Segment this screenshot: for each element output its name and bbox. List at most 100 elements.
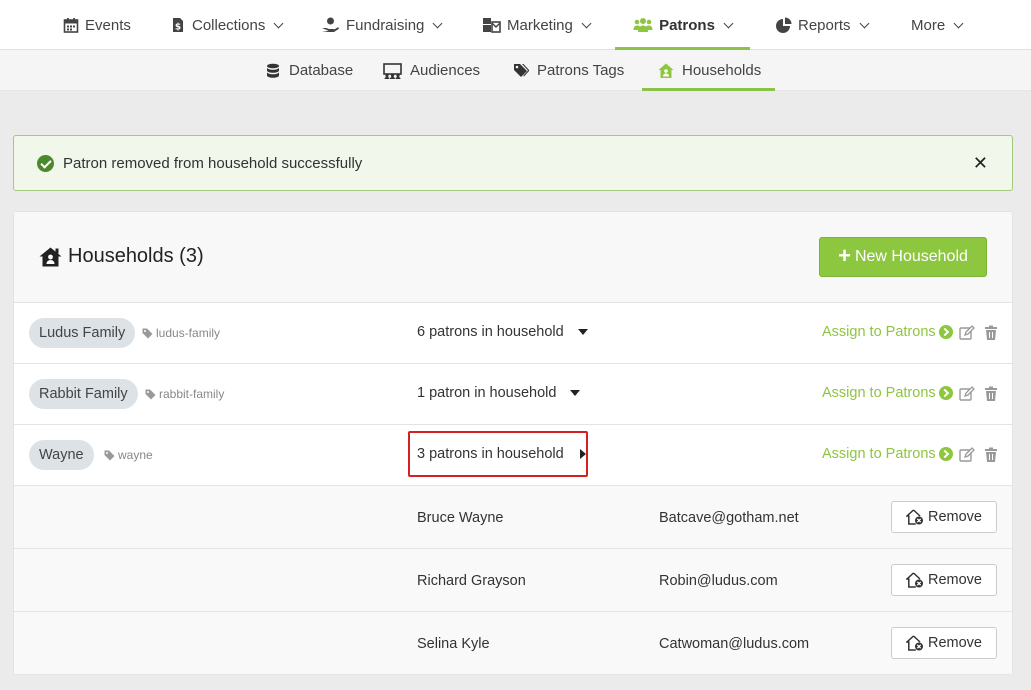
assign-label: Assign to Patrons bbox=[822, 385, 936, 401]
household-name-pill[interactable]: Ludus Family bbox=[29, 318, 136, 348]
remove-label: Remove bbox=[928, 572, 982, 588]
nav-reports-label: Reports bbox=[798, 16, 851, 34]
household-count-text: 6 patrons in household bbox=[417, 324, 564, 340]
sub-navigation: Database Audiences Patrons Tags Househol… bbox=[0, 50, 1031, 91]
subnav-database[interactable]: Database bbox=[265, 50, 353, 91]
house-remove-icon bbox=[906, 635, 923, 651]
household-slug: ludus-family bbox=[142, 318, 220, 348]
new-household-button[interactable]: + New Household bbox=[819, 237, 987, 277]
house-remove-icon bbox=[906, 572, 923, 588]
household-count-toggle[interactable]: 3 patrons in household bbox=[417, 446, 586, 462]
edit-icon[interactable] bbox=[959, 325, 975, 341]
success-alert: Patron removed from household successful… bbox=[13, 135, 1013, 191]
card-header: Households (3) + New Household bbox=[14, 212, 1012, 303]
patron-email: Catwoman@ludus.com bbox=[659, 636, 810, 652]
trash-icon[interactable] bbox=[983, 325, 999, 341]
users-icon bbox=[633, 18, 653, 32]
remove-label: Remove bbox=[928, 635, 982, 651]
nav-more[interactable]: More bbox=[911, 0, 964, 50]
top-navigation: Events $ Collections Fundraising Marketi… bbox=[0, 0, 1031, 50]
household-row: Rabbit Family rabbit-family 1 patron in … bbox=[14, 364, 1012, 425]
dollar-doc-icon: $ bbox=[173, 18, 183, 33]
calendar-icon bbox=[63, 18, 79, 33]
household-slug: wayne bbox=[104, 440, 153, 470]
svg-text:$: $ bbox=[175, 23, 181, 33]
patron-row: Richard Grayson Robin@ludus.com Remove bbox=[14, 549, 1012, 612]
chevron-down-icon bbox=[273, 18, 284, 28]
subnav-households[interactable]: Households bbox=[641, 50, 776, 91]
remove-patron-button[interactable]: Remove bbox=[891, 627, 997, 659]
audience-icon bbox=[383, 62, 402, 79]
remove-patron-button[interactable]: Remove bbox=[891, 501, 997, 533]
trash-icon[interactable] bbox=[983, 447, 999, 463]
tag-icon bbox=[142, 328, 153, 338]
edit-icon[interactable] bbox=[959, 386, 975, 402]
trash-icon[interactable] bbox=[983, 386, 999, 402]
subnav-patrons-tags[interactable]: Patrons Tags bbox=[513, 50, 624, 91]
chevron-down-icon bbox=[581, 18, 592, 28]
chevron-down-icon bbox=[723, 18, 734, 28]
assign-label: Assign to Patrons bbox=[822, 324, 936, 340]
close-alert-button[interactable]: ✕ bbox=[973, 153, 988, 173]
house-user-icon bbox=[658, 63, 674, 78]
tag-icon bbox=[104, 450, 115, 460]
database-icon bbox=[267, 63, 279, 78]
assign-label: Assign to Patrons bbox=[822, 446, 936, 462]
nav-marketing[interactable]: Marketing bbox=[482, 0, 592, 50]
assign-to-patrons-link[interactable]: Assign to Patrons bbox=[822, 446, 953, 462]
caret-down-icon bbox=[577, 329, 588, 335]
assign-to-patrons-link[interactable]: Assign to Patrons bbox=[822, 324, 953, 340]
nav-reports[interactable]: Reports bbox=[776, 0, 869, 50]
patron-name: Selina Kyle bbox=[417, 636, 490, 652]
household-name: Wayne bbox=[39, 447, 84, 463]
household-name: Rabbit Family bbox=[39, 386, 128, 402]
donate-hand-icon bbox=[322, 17, 339, 32]
households-card: Households (3) + New Household Ludus Fam… bbox=[13, 211, 1013, 675]
household-slug-text: ludus-family bbox=[156, 326, 221, 340]
household-count-toggle[interactable]: 1 patron in household bbox=[417, 385, 581, 401]
arrow-circle-right-icon bbox=[938, 447, 953, 461]
nav-fundraising-label: Fundraising bbox=[346, 16, 425, 34]
page-title: Households (3) bbox=[39, 245, 204, 268]
plus-icon: + bbox=[838, 243, 851, 268]
edit-icon[interactable] bbox=[959, 447, 975, 463]
new-household-label: New Household bbox=[854, 248, 968, 265]
nav-events[interactable]: Events bbox=[63, 0, 131, 50]
household-name-pill[interactable]: Wayne bbox=[29, 440, 94, 470]
subnav-patrons-tags-label: Patrons Tags bbox=[537, 62, 625, 79]
household-slug-text: wayne bbox=[118, 448, 153, 462]
household-count-text: 3 patrons in household bbox=[417, 446, 564, 462]
household-count-toggle[interactable]: 6 patrons in household bbox=[417, 324, 588, 340]
subnav-audiences[interactable]: Audiences bbox=[383, 50, 480, 91]
arrow-circle-right-icon bbox=[938, 386, 953, 400]
patron-email: Batcave@gotham.net bbox=[659, 510, 799, 526]
chevron-down-icon bbox=[432, 18, 443, 28]
nav-fundraising[interactable]: Fundraising bbox=[321, 0, 443, 50]
page-title-text: Households (3) bbox=[68, 245, 204, 267]
household-slug-text: rabbit-family bbox=[159, 387, 225, 401]
chevron-down-icon bbox=[953, 18, 964, 28]
subnav-audiences-label: Audiences bbox=[410, 62, 481, 79]
nav-collections[interactable]: $ Collections bbox=[170, 0, 284, 50]
assign-to-patrons-link[interactable]: Assign to Patrons bbox=[822, 385, 953, 401]
nav-patrons-label: Patrons bbox=[659, 16, 715, 34]
caret-right-icon bbox=[579, 449, 586, 459]
remove-patron-button[interactable]: Remove bbox=[891, 564, 997, 596]
patron-name: Bruce Wayne bbox=[417, 510, 504, 526]
nav-marketing-label: Marketing bbox=[507, 16, 573, 34]
patron-name: Richard Grayson bbox=[417, 573, 526, 589]
household-row: Wayne wayne 3 patrons in household Assig… bbox=[14, 425, 1012, 486]
chevron-down-icon bbox=[859, 18, 869, 28]
nav-patrons[interactable]: Patrons bbox=[615, 0, 750, 50]
household-name: Ludus Family bbox=[39, 325, 126, 341]
house-remove-icon bbox=[906, 509, 923, 525]
household-slug: rabbit-family bbox=[145, 379, 224, 409]
pie-chart-icon bbox=[776, 17, 792, 33]
mail-bulk-icon bbox=[483, 18, 501, 33]
subnav-households-label: Households bbox=[682, 62, 762, 79]
caret-down-icon bbox=[570, 390, 581, 396]
tags-icon bbox=[514, 63, 529, 77]
household-name-pill[interactable]: Rabbit Family bbox=[29, 379, 138, 409]
patron-row: Selina Kyle Catwoman@ludus.com Remove bbox=[14, 612, 1012, 674]
arrow-circle-right-icon bbox=[938, 325, 953, 339]
